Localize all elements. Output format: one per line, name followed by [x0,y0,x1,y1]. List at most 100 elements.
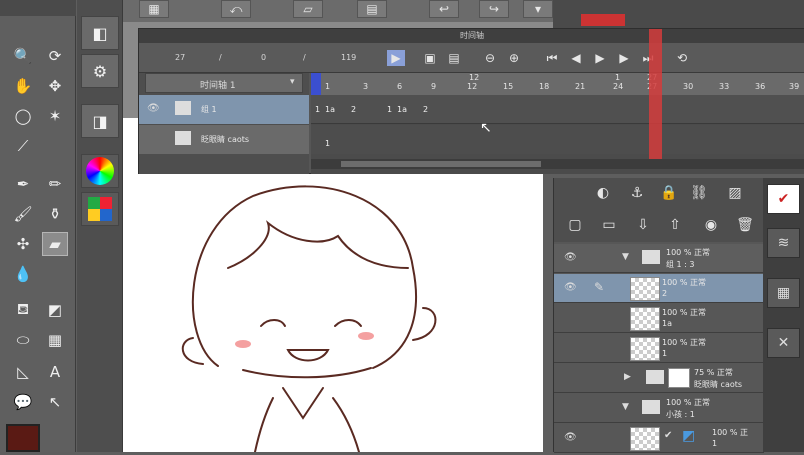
wand-icon[interactable]: ✶ [42,104,68,128]
command-bar: ▦ ⤺ ▱ ▤ ↩ ↪ ▾ [123,0,553,22]
first-frame-icon[interactable]: ⏮ [543,50,561,66]
layer-row[interactable]: 100 % 正常 1a [554,304,764,333]
eye-icon[interactable]: 👁 [147,103,160,114]
hand-icon[interactable]: ✋ [10,74,36,98]
menu-chevron-icon[interactable]: ▾ [523,0,553,18]
layer-name: 组 1 : 3 [666,260,695,269]
track-name: 组 1 [201,105,217,114]
previous-frame-icon[interactable]: ◀ [567,50,585,66]
grid-icon[interactable]: ▦ [139,0,169,18]
rotate-icon[interactable]: ⟳ [42,44,68,68]
ruler-label: 6 [397,82,403,91]
settings-icon[interactable]: ⚙ [81,54,119,88]
layer-opacity-blend: 75 % 正常 [694,368,733,377]
layer-row[interactable]: ▶ 75 % 正常 眨眼睛 caots [554,364,764,393]
chevron-down-icon[interactable]: ▼ [622,252,629,262]
layer-row[interactable]: 100 % 正常 1 [554,334,764,363]
subtool-detail-icon[interactable]: ◨ [81,104,119,138]
layer-row[interactable]: 👁 ▼ 100 % 正常 组 1 : 3 [554,244,764,273]
transform-icon[interactable]: ⤺ [221,0,251,18]
layer-color-icon[interactable]: ◐ [592,182,614,204]
playhead[interactable] [649,29,662,159]
loop-icon[interactable]: ⟲ [673,50,691,66]
scrollbar-thumb[interactable] [341,161,541,167]
main-color-swatch[interactable] [6,424,40,452]
track-frames[interactable]: 1 [311,125,804,154]
zoom-out-icon[interactable]: ⊖ [481,50,499,66]
lock-transparency-icon[interactable]: ⛓ [688,182,710,204]
start-marker[interactable] [311,73,321,95]
track-row[interactable]: 👁 组 1 [139,95,309,124]
undo-icon[interactable]: ↩ [429,0,459,18]
horizontal-scrollbar[interactable] [311,159,804,169]
chevron-down-icon[interactable]: ▼ [622,402,629,412]
onion-skin-icon[interactable]: ▶ [387,50,405,66]
eye-icon[interactable]: 👁 [564,432,577,443]
trash-icon[interactable]: 🗑 [734,214,756,236]
eyedropper-icon[interactable]: ⟋ [10,134,36,158]
balloon-icon[interactable]: 💬 [10,390,36,414]
gradient-icon[interactable]: ◩ [42,298,68,322]
ruler-label-top: 1 [615,73,621,82]
subtool-group-icon[interactable]: ◧ [81,16,119,50]
layer-row-selected[interactable]: 👁 ✎ 100 % 正常 2 [554,274,764,303]
layer-mask-icon[interactable]: ◉ [700,214,722,236]
brush-preview-icon[interactable]: ✔ [767,184,800,214]
track-frames[interactable]: 1 1a 2 1 1a 2 [311,95,804,124]
layer-opacity-blend: 100 % 正常 [666,248,710,257]
decoration-icon[interactable]: ✣ [10,232,36,256]
zoom-icon[interactable]: 🔍 [10,44,36,68]
reference-layer-icon[interactable]: ⚓ [626,182,648,204]
chevron-right-icon[interactable]: ▶ [624,372,631,382]
correct-line-icon[interactable]: ↖ [42,390,68,414]
zoom-in-icon[interactable]: ⊕ [505,50,523,66]
fill-selection-icon[interactable]: ▤ [357,0,387,18]
layer-opacity-blend: 100 % 正常 [666,398,710,407]
ruler-icon[interactable]: ◺ [10,360,36,384]
material-icon[interactable]: ▦ [767,278,800,308]
color-set-icon[interactable] [81,192,119,226]
lock-icon[interactable]: 🔒 [658,182,680,204]
pencil-icon[interactable]: ✏ [42,172,68,196]
eye-icon[interactable]: 👁 [564,282,577,293]
play-icon[interactable]: ▶ [591,50,609,66]
frame-grid[interactable]: 12 1 27 1 3 6 9 12 15 18 21 24 27 30 33 … [311,73,804,174]
ruler-label: 39 [789,82,800,91]
mask-icon[interactable]: ▨ [724,182,746,204]
eye-icon[interactable]: 👁 [564,252,577,263]
layer-row[interactable]: 👁 ✔ ◩ 100 % 正 1 [554,424,764,453]
eraser-icon[interactable]: ▰ [42,232,68,256]
frame-ruler: 12 1 27 1 3 6 9 12 15 18 21 24 27 30 33 … [311,73,804,95]
lasso-icon[interactable]: ◯ [10,104,36,128]
navigator-icon[interactable]: ✕ [767,328,800,358]
clear-icon[interactable]: ▱ [293,0,323,18]
next-frame-icon[interactable]: ▶ [615,50,633,66]
new-cel-icon[interactable]: ▤ [445,50,463,66]
cel-label: 1 [325,139,331,148]
layer-thumbnail [630,427,660,451]
layer-row[interactable]: ▼ 100 % 正常 小孩 : 1 [554,394,764,423]
new-raster-layer-icon[interactable]: ▢ [564,214,586,236]
new-vector-layer-icon[interactable]: ▭ [598,214,620,236]
shape-icon[interactable]: ⬭ [10,328,36,352]
layer-opacity-blend: 100 % 正常 [662,308,706,317]
color-wheel-icon[interactable] [81,154,119,188]
ruler-label: 15 [503,82,514,91]
new-animation-folder-icon[interactable]: ▣ [421,50,439,66]
blend-icon[interactable]: 💧 [10,262,36,286]
fill-icon[interactable]: ⛾ [10,298,36,322]
layer-properties-icon[interactable]: ≋ [767,228,800,258]
airbrush-icon[interactable]: ⚱ [42,202,68,226]
timeline-select-dropdown[interactable]: 时间轴 1 ▾ [145,73,303,93]
new-folder-icon[interactable]: ⇩ [632,214,654,236]
track-row[interactable]: 眨眼睛 caots [139,125,309,154]
text-icon[interactable]: A [42,360,68,384]
move-icon[interactable]: ✥ [42,74,68,98]
current-frame: 27 [175,53,186,62]
brush-icon[interactable]: 🖌 [10,202,36,226]
frame-icon[interactable]: ▦ [42,328,68,352]
ruler-label: 12 [467,82,478,91]
redo-icon[interactable]: ↪ [479,0,509,18]
merge-down-icon[interactable]: ⇧ [664,214,686,236]
pen-icon[interactable]: ✒ [10,172,36,196]
